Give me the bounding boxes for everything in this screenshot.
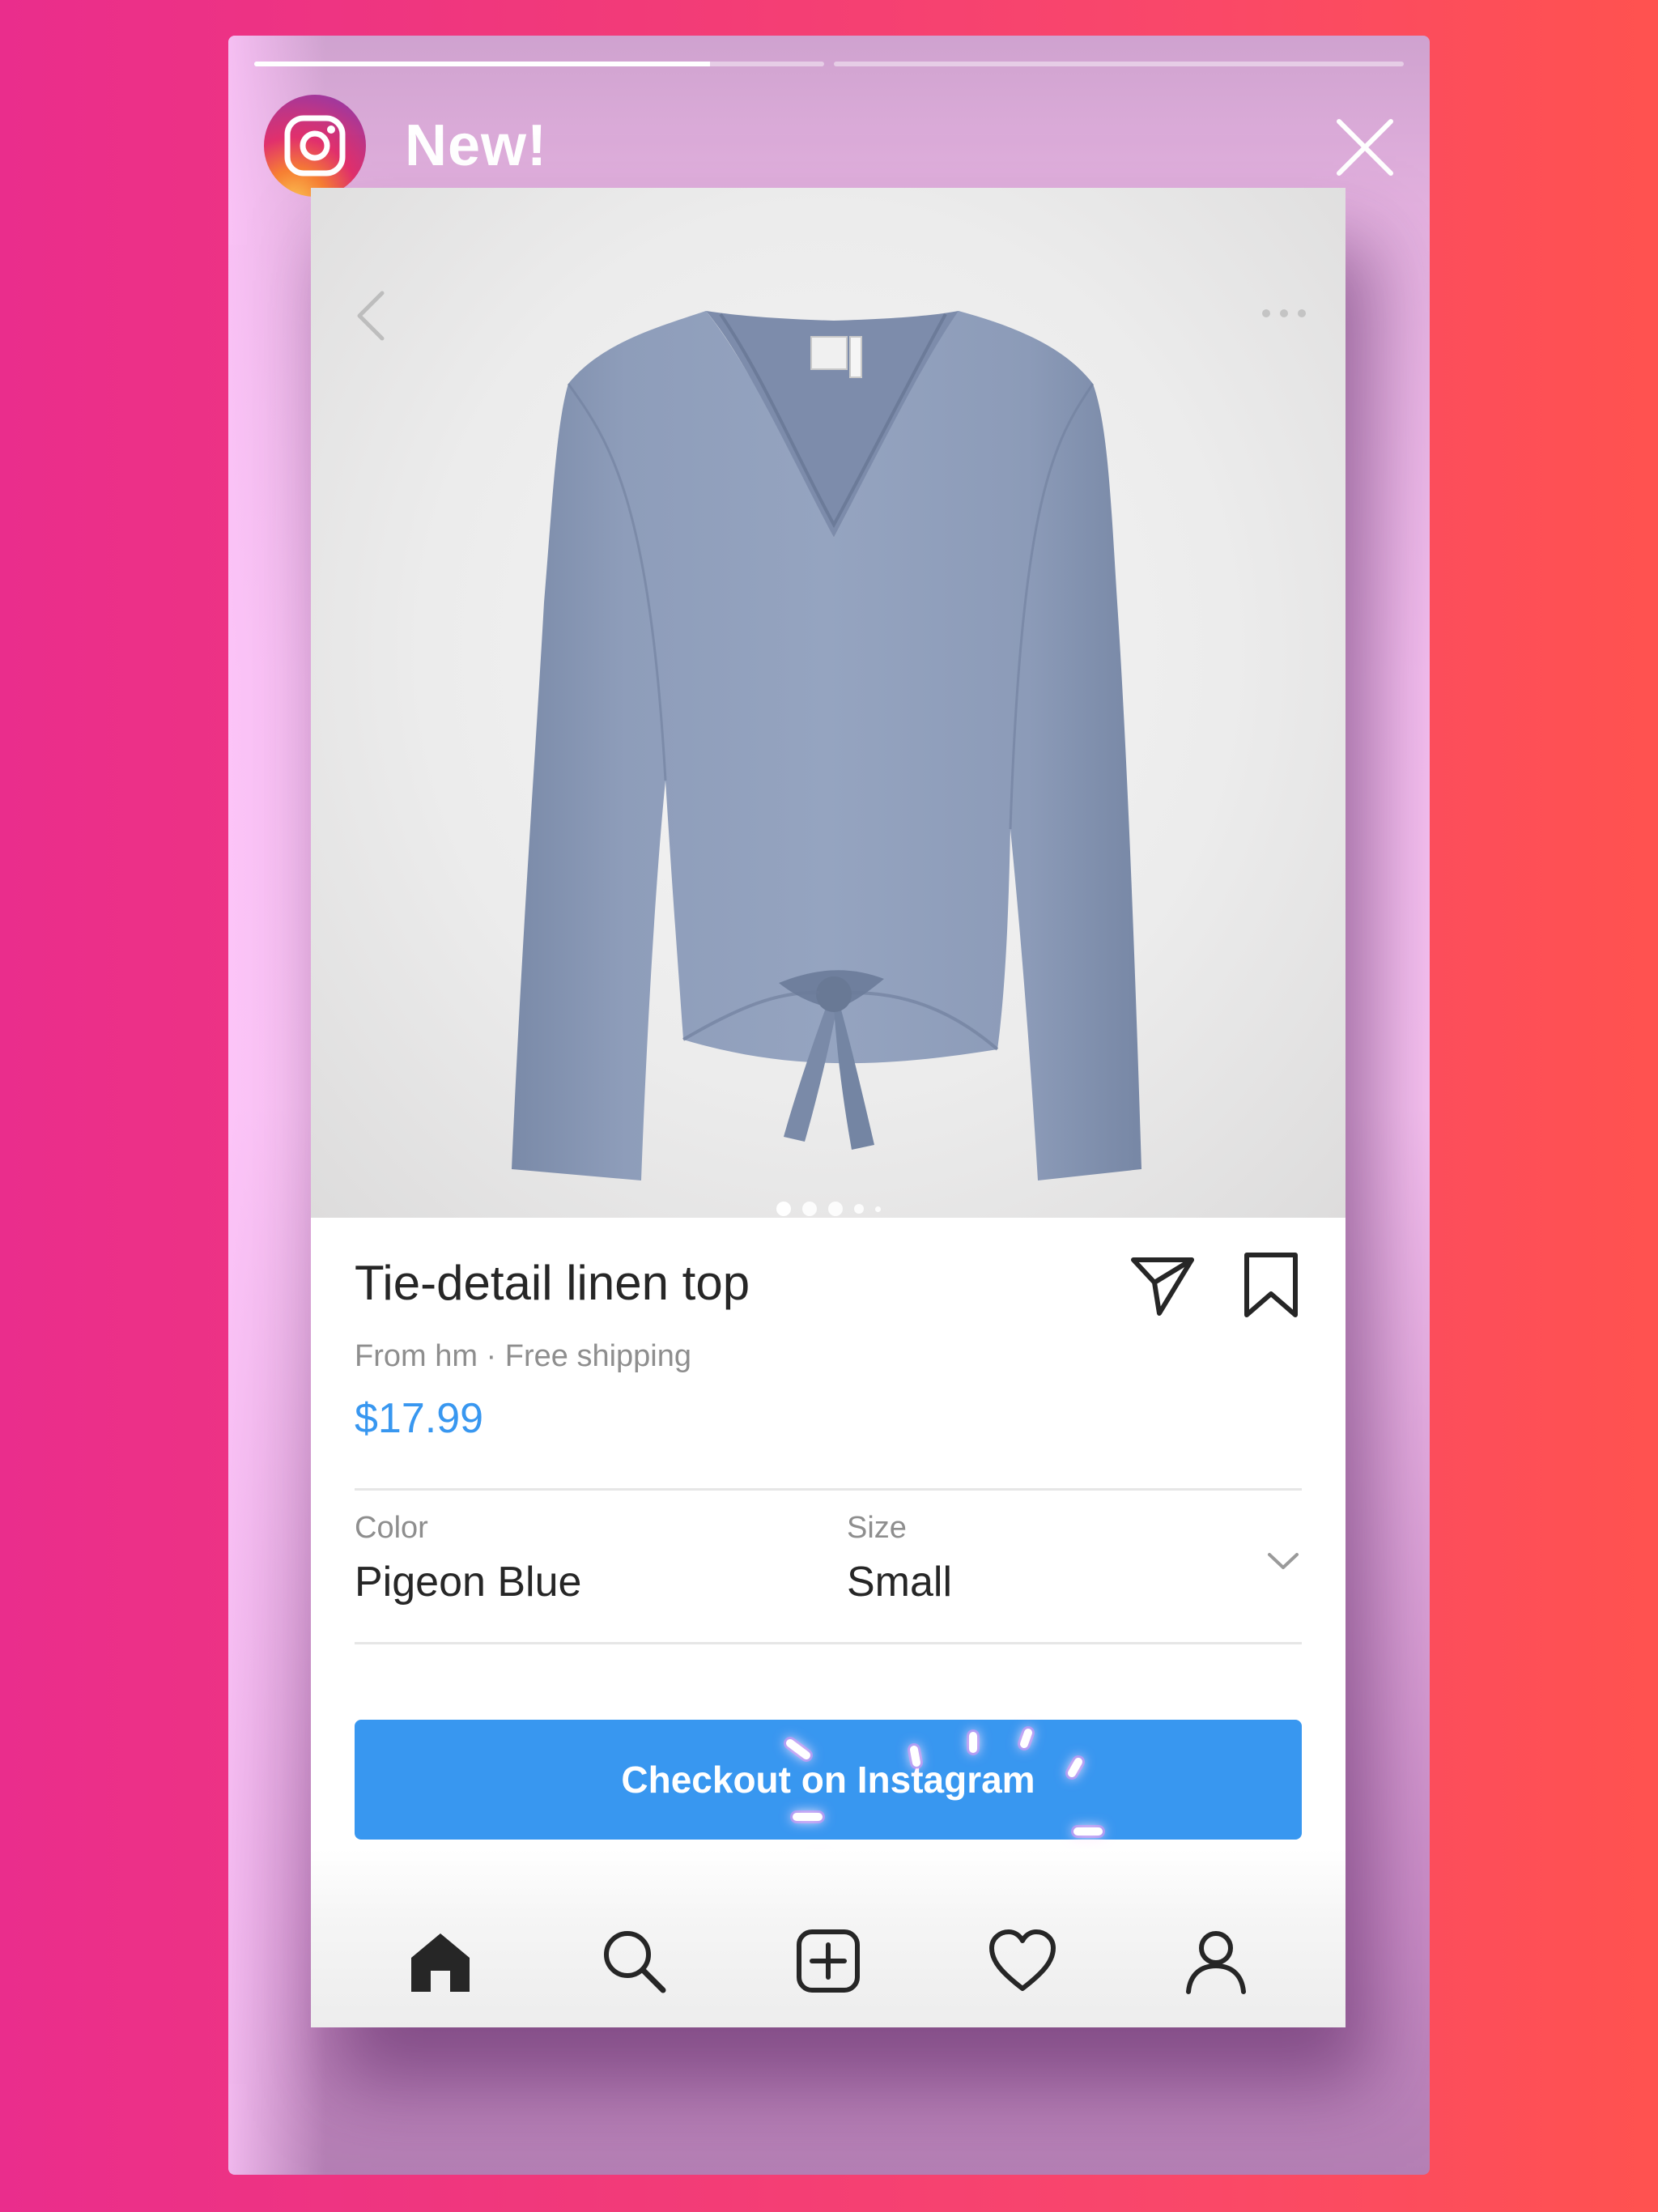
checkout-button[interactable]: Checkout on Instagram [355,1720,1302,1840]
product-meta: From hm · Free shipping [355,1339,692,1373]
story-progress [254,62,1404,66]
home-icon[interactable] [402,1922,479,2000]
chevron-down-icon [1265,1550,1302,1574]
color-value: Pigeon Blue [355,1559,582,1606]
phone-screen: Tie-detail linen top From hm · Free ship… [311,188,1346,2027]
story-frame: New! Tie-detail linen top From hm · Free… [228,36,1430,2175]
progress-segment [254,62,824,66]
size-selector[interactable]: Size Small [847,1511,1302,1657]
activity-heart-icon[interactable] [984,1922,1061,2000]
new-post-icon[interactable] [789,1922,867,2000]
pagination-dot [853,1204,864,1214]
share-send-icon[interactable] [1129,1250,1197,1318]
product-price: $17.99 [355,1395,484,1442]
profile-icon[interactable] [1177,1922,1255,2000]
product-name: Tie-detail linen top [355,1256,750,1310]
color-label: Color [355,1511,428,1545]
instagram-logo-icon[interactable] [264,95,366,197]
more-options-icon[interactable] [1258,301,1310,325]
divider [355,1488,1302,1491]
color-selector[interactable]: Color Pigeon Blue [355,1511,840,1657]
tab-bar [311,1849,1346,2027]
pagination-dot [827,1202,843,1216]
linen-top-garment [512,311,1141,1180]
product-image[interactable] [311,188,1346,1218]
close-icon[interactable] [1333,115,1397,180]
divider [355,1642,1302,1644]
progress-segment [834,62,1404,66]
progress-fill [254,62,711,66]
pagination-dot [874,1206,881,1212]
story-title: New! [405,113,548,178]
size-label: Size [847,1511,907,1545]
pagination-dot [776,1202,791,1216]
size-value: Small [847,1559,953,1606]
story-header: New! [264,94,1397,198]
pagination-dot [801,1202,817,1216]
bookmark-icon[interactable] [1240,1250,1302,1320]
search-icon[interactable] [595,1922,673,2000]
image-pagination [311,1202,1346,1216]
back-chevron-icon[interactable] [346,283,395,348]
